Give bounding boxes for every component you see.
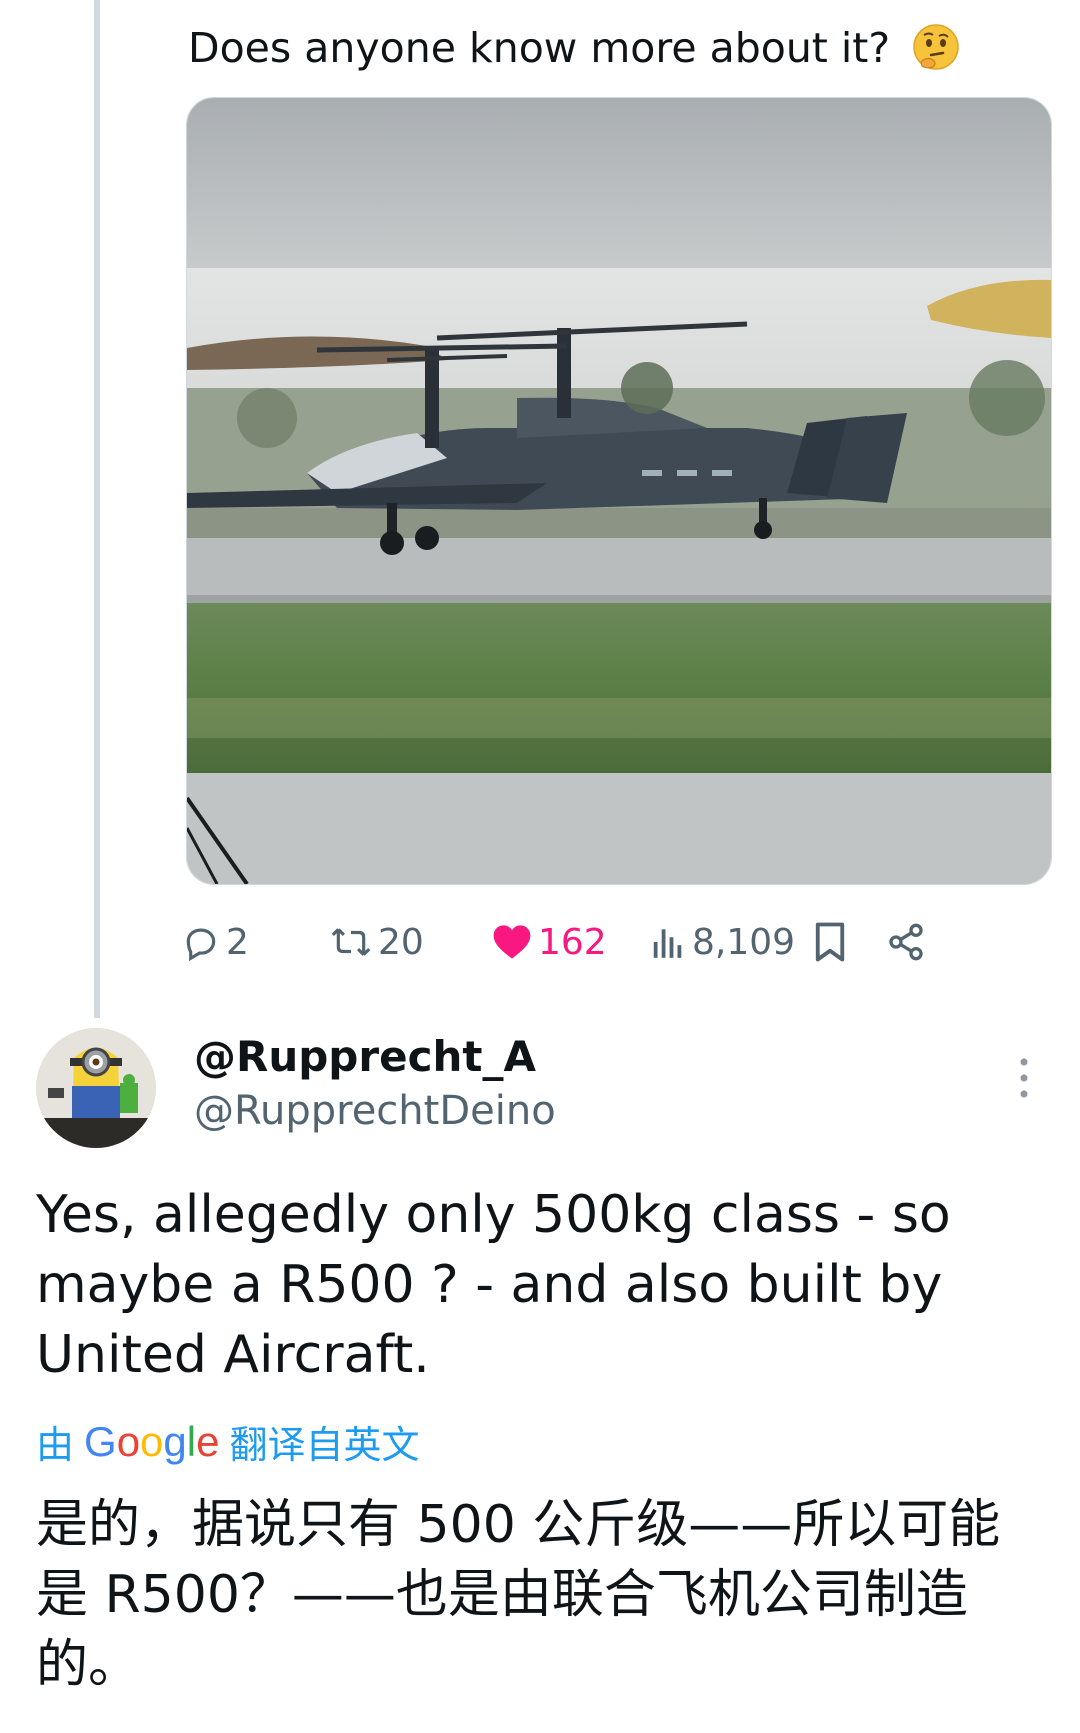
reply-handle[interactable]: @RupprechtDeino	[194, 1088, 556, 1134]
minion-avatar-icon	[36, 1028, 156, 1148]
repost-button[interactable]: 20	[330, 912, 424, 972]
bookmark-button[interactable]	[812, 912, 848, 972]
reply-icon	[186, 928, 216, 961]
thinking-face-emoji-icon	[913, 24, 959, 70]
analytics-icon	[653, 929, 682, 958]
avatar[interactable]	[36, 1028, 156, 1148]
tweet-text-content: Does anyone know more about it?	[188, 24, 891, 72]
share-icon	[889, 923, 923, 961]
tweet-action-bar: 2 20 162 8,109	[186, 912, 1034, 972]
share-button[interactable]	[886, 912, 926, 972]
views-button[interactable]: 8,109	[650, 912, 795, 972]
tweet-text: Does anyone know more about it?	[188, 22, 961, 72]
aircraft-photo	[187, 98, 1051, 884]
translated-by-google-link[interactable]: 由 Google 翻译自英文	[36, 1414, 419, 1469]
reply-count: 2	[226, 921, 249, 963]
repost-icon	[331, 928, 371, 956]
reply-text: Yes, allegedly only 500kg class - so may…	[36, 1185, 951, 1385]
views-count: 8,109	[692, 921, 796, 963]
bookmark-icon	[815, 922, 845, 962]
like-button[interactable]: 162	[492, 912, 607, 972]
translated-reply-text: 是的，据说只有 500 公斤级——所以可能是 R500？——也是由联合飞机公司制…	[36, 1495, 1001, 1695]
repost-count: 20	[378, 921, 424, 963]
google-logo: Google	[84, 1417, 220, 1465]
reply-button[interactable]: 2	[182, 912, 249, 972]
like-count: 162	[538, 921, 607, 963]
heart-icon	[493, 925, 531, 959]
translate-suffix: 翻译自英文	[229, 1423, 420, 1467]
tweet-media-image[interactable]	[186, 97, 1052, 885]
thread-connector-line	[94, 0, 100, 1018]
reply-display-name[interactable]: @Rupprecht_A	[194, 1032, 536, 1081]
more-options-icon[interactable]	[1010, 1056, 1038, 1100]
translate-prefix: 由	[36, 1423, 75, 1467]
